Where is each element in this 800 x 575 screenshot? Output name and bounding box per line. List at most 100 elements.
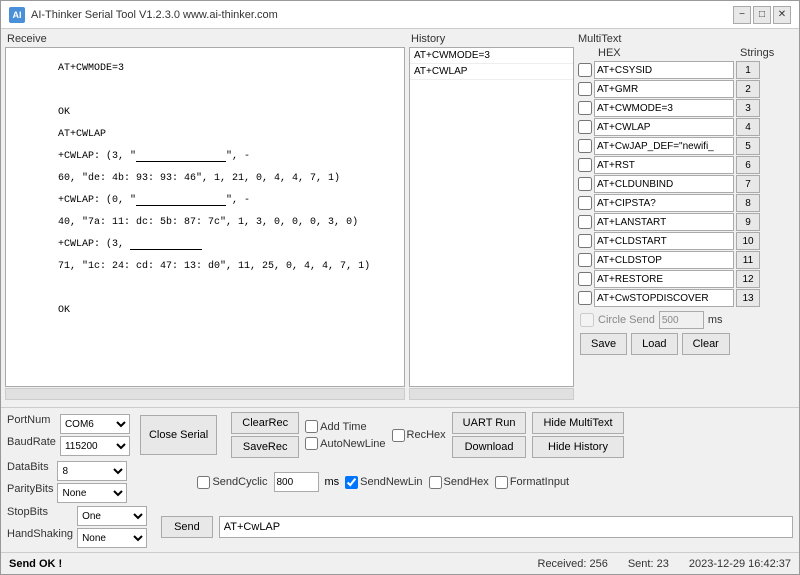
multitext-input-2[interactable] [594,80,734,98]
window-controls: − □ ✕ [733,6,791,24]
history-scrollbar-h[interactable] [409,388,574,400]
multitext-input-5[interactable] [594,137,734,155]
receive-scrollbar-h[interactable] [5,388,405,400]
hide-buttons: Hide MultiText Hide History [532,412,623,458]
send-hex-checkbox[interactable] [429,476,442,489]
multitext-send-11[interactable]: 11 [736,251,760,269]
handshaking-select[interactable]: None [77,528,147,548]
multitext-send-3[interactable]: 3 [736,99,760,117]
multitext-checkbox-8[interactable] [578,196,592,210]
multitext-input-7[interactable] [594,175,734,193]
multitext-send-10[interactable]: 10 [736,232,760,250]
multitext-checkbox-1[interactable] [578,63,592,77]
multitext-row: 1 [578,61,799,79]
controls-row1: PortNum COM6 BaudRate 115200 Close Seria… [7,412,793,458]
hide-history-button[interactable]: Hide History [532,436,623,458]
minimize-button[interactable]: − [733,6,751,24]
send-ok-status: Send OK ! [9,558,62,570]
download-button[interactable]: Download [452,436,527,458]
multitext-checkbox-2[interactable] [578,82,592,96]
port-settings2: DataBits 8 ParityBits None [7,461,127,503]
baudrate-label: BaudRate [7,436,56,456]
auto-newline-checkbox[interactable] [305,437,318,450]
multitext-checkbox-9[interactable] [578,215,592,229]
multitext-send-12[interactable]: 12 [736,270,760,288]
add-time-checkbox[interactable] [305,420,318,433]
multitext-send-4[interactable]: 4 [736,118,760,136]
multitext-checkbox-13[interactable] [578,291,592,305]
close-serial-button[interactable]: Close Serial [140,415,217,455]
paritybits-select[interactable]: None [57,483,127,503]
maximize-button[interactable]: □ [753,6,771,24]
history-item[interactable]: AT+CWMODE=3 [410,48,573,64]
multitext-row: 7 [578,175,799,193]
hide-multitext-button[interactable]: Hide MultiText [532,412,623,434]
load-multitext-button[interactable]: Load [631,333,677,355]
multitext-input-1[interactable] [594,61,734,79]
send-input[interactable] [219,516,793,538]
close-button[interactable]: ✕ [773,6,791,24]
save-rec-button[interactable]: SaveRec [231,436,299,458]
multitext-checkbox-10[interactable] [578,234,592,248]
circle-send-row: Circle Send ms [578,311,799,329]
multitext-input-3[interactable] [594,99,734,117]
multitext-input-9[interactable] [594,213,734,231]
send-cyclic-checkbox[interactable] [197,476,210,489]
databits-select[interactable]: 8 [57,461,127,481]
receive-line4: +CWLAP: (3, "███████████████", - [58,151,250,162]
multitext-input-4[interactable] [594,118,734,136]
history-panel: History AT+CWMODE=3 AT+CWLAP [409,33,574,403]
multitext-checkbox-3[interactable] [578,101,592,115]
stopbits-select[interactable]: One [77,506,147,526]
multitext-checkbox-12[interactable] [578,272,592,286]
stopbits-label: StopBits [7,506,73,526]
multitext-send-13[interactable]: 13 [736,289,760,307]
save-multitext-button[interactable]: Save [580,333,627,355]
handshaking-label: HandShaking [7,528,73,548]
multitext-send-8[interactable]: 8 [736,194,760,212]
circle-send-label: Circle Send [598,314,655,326]
send-hex-label: SendHex [429,476,489,489]
clear-rec-button[interactable]: ClearRec [231,412,299,434]
multitext-input-6[interactable] [594,156,734,174]
receive-area[interactable]: AT+CWMODE=3 OK AT+CWLAP +CWLAP: (3, "███… [5,47,405,387]
title-bar-left: AI AI-Thinker Serial Tool V1.2.3.0 www.a… [9,7,278,23]
uart-run-button[interactable]: UART Run [452,412,527,434]
receive-line8: +CWLAP: (3, ████████████ [58,239,202,250]
multitext-row: 11 [578,251,799,269]
multitext-send-2[interactable]: 2 [736,80,760,98]
clear-multitext-button[interactable]: Clear [682,333,730,355]
portnum-select[interactable]: COM6 [60,414,130,434]
circle-ms-label: ms [708,314,723,326]
history-list[interactable]: AT+CWMODE=3 AT+CWLAP [409,47,574,387]
multitext-checkbox-4[interactable] [578,120,592,134]
send-newline-label: SendNewLin [345,476,422,489]
multitext-send-9[interactable]: 9 [736,213,760,231]
multitext-rows: 1 2 3 4 [578,61,799,307]
multitext-input-11[interactable] [594,251,734,269]
multitext-checkbox-6[interactable] [578,158,592,172]
format-input-checkbox[interactable] [495,476,508,489]
multitext-send-5[interactable]: 5 [736,137,760,155]
multitext-send-1[interactable]: 1 [736,61,760,79]
history-item[interactable]: AT+CWLAP [410,64,573,80]
multitext-checkbox-5[interactable] [578,139,592,153]
rec-hex-checkbox[interactable] [392,429,405,442]
multitext-input-10[interactable] [594,232,734,250]
circle-send-input[interactable] [659,311,704,329]
multitext-send-7[interactable]: 7 [736,175,760,193]
multitext-send-6[interactable]: 6 [736,156,760,174]
cyclic-ms-input[interactable] [274,472,319,492]
multitext-input-8[interactable] [594,194,734,212]
multitext-row: 4 [578,118,799,136]
circle-send-checkbox[interactable] [580,313,594,327]
multitext-checkbox-11[interactable] [578,253,592,267]
multitext-input-13[interactable] [594,289,734,307]
baudrate-select[interactable]: 115200 [60,436,130,456]
multitext-row: 6 [578,156,799,174]
multitext-input-12[interactable] [594,270,734,288]
send-newline-checkbox[interactable] [345,476,358,489]
col-hex-label: HEX [598,47,738,59]
send-button[interactable]: Send [161,516,213,538]
multitext-checkbox-7[interactable] [578,177,592,191]
